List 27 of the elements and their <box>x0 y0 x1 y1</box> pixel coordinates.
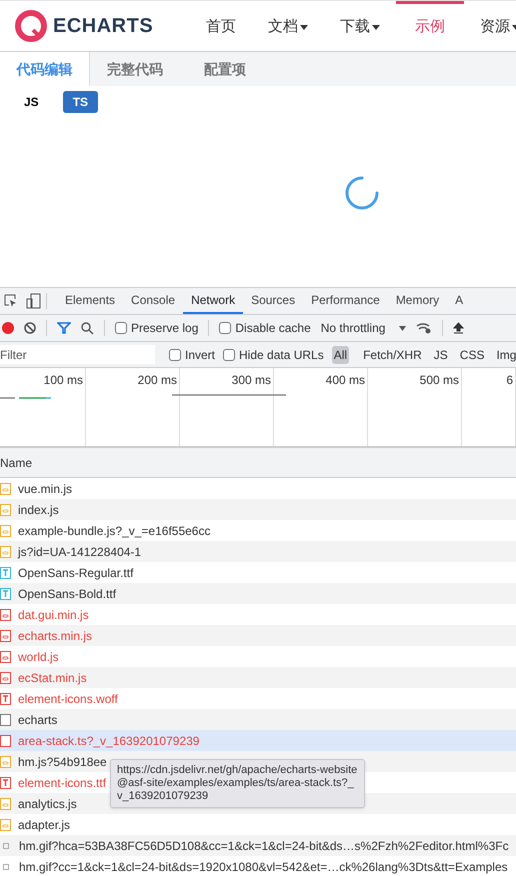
url-tooltip: https://cdn.jsdelivr.net/gh/apache/echarts-website@asf-site/examples/examples/ts/area-stack.ts?_v_1639201079239 <box>110 759 365 808</box>
request-name: OpenSans-Regular.ttf <box>18 564 134 582</box>
request-name: index.js <box>18 502 59 518</box>
request-name: adapter.js <box>18 816 70 834</box>
request-name: vue.min.js <box>18 480 72 498</box>
time-tick: 500 ms <box>420 372 459 385</box>
request-name: example-bundle.js?_v_=e16f55e6cc <box>18 522 210 540</box>
logo-text: ECHARTS <box>53 14 154 39</box>
time-tick: 200 ms <box>138 372 177 385</box>
request-name: hm.js?54b918ee <box>18 754 107 770</box>
time-tick: 400 ms <box>326 372 365 385</box>
request-name: analytics.js <box>18 796 77 812</box>
time-tick: 6 <box>506 372 513 385</box>
request-name: js?id=UA-141228404-1 <box>18 544 142 560</box>
time-tick: 300 ms <box>232 372 271 385</box>
request-name: ecStat.min.js <box>18 670 87 686</box>
request-name: area-stack.ts?_v_1639201079239 <box>18 732 200 750</box>
request-name: element-icons.ttf <box>18 774 106 792</box>
request-name: hm.gif?cc=1&ck=1&cl=24-bit&ds=1920x1080&vl=542&et=…ck%26lang%3Dts&tt=Examples <box>19 858 508 876</box>
request-name: hm.gif?hca=53BA38FC56D5D108&cc=1&ck=1&cl=24-bit&ds…s%2Fzh%2Feditor.html%3Fc <box>19 838 509 854</box>
request-name: echarts <box>18 712 58 728</box>
request-name: dat.gui.min.js <box>18 606 89 624</box>
request-name: world.js <box>18 648 59 666</box>
request-name: element-icons.woff <box>18 690 118 708</box>
request-name: OpenSans-Bold.ttf <box>18 586 116 602</box>
request-name: echarts.min.js <box>18 628 92 644</box>
time-tick: 100 ms <box>44 372 83 385</box>
